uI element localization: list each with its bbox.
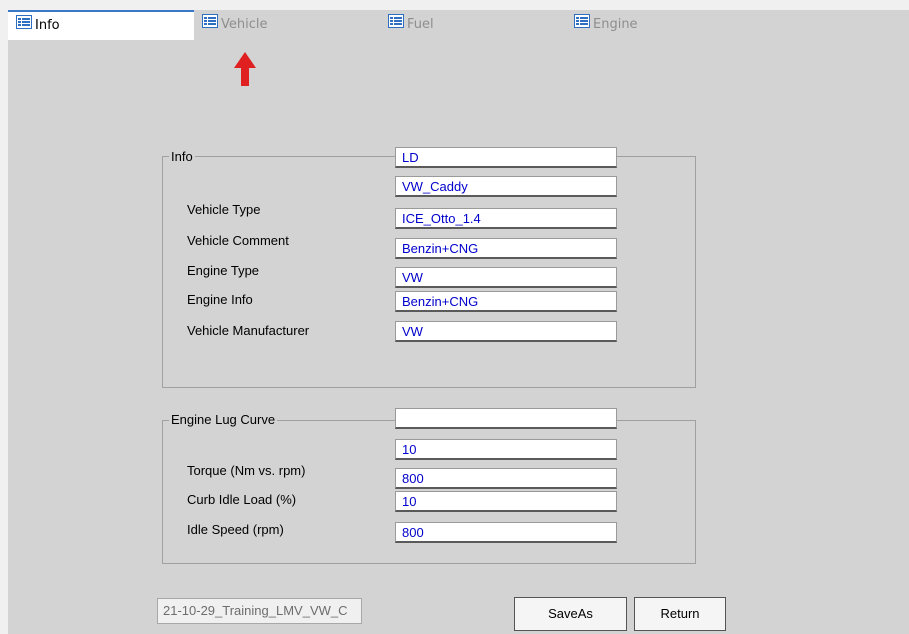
info-field-2[interactable]: VW_Caddy (395, 176, 617, 197)
return-button[interactable]: Return (634, 597, 726, 631)
label-vehicle-manufacturer: Vehicle Manufacturer (187, 323, 310, 338)
label-engine-info: Engine Info (187, 292, 253, 307)
tab-label: Fuel (407, 17, 434, 32)
tab-label: Engine (593, 17, 638, 32)
info-group-title: Info (169, 149, 195, 164)
list-icon (388, 10, 404, 40)
tab-label: Vehicle (221, 17, 268, 32)
saveas-button[interactable]: SaveAs (514, 597, 627, 631)
label-engine-type: Engine Type (187, 263, 260, 278)
lug-field-2[interactable]: 10 (395, 439, 617, 460)
tab-vehicle[interactable]: Vehicle (194, 10, 380, 40)
label-idle-speed: Idle Speed (rpm) (187, 522, 284, 537)
tab-engine[interactable]: Engine (566, 10, 752, 40)
torque-field[interactable]: 800 (395, 468, 617, 489)
list-icon (16, 12, 32, 40)
curb-idle-load-field[interactable]: 10 (395, 491, 617, 512)
tab-fuel[interactable]: Fuel (380, 10, 566, 40)
up-arrow-icon (234, 52, 256, 89)
engine-type-field[interactable]: VW (395, 267, 617, 288)
tab-bar: Info Vehicle Fuel Engine (8, 10, 909, 40)
label-curb-idle-load: Curb Idle Load (%) (187, 492, 297, 507)
engine-lug-curve-title: Engine Lug Curve (169, 412, 278, 427)
info-field-1[interactable]: LD (395, 147, 617, 168)
tab-label: Info (35, 18, 60, 33)
filename-field: 21-10-29_Training_LMV_VW_C (157, 598, 362, 624)
list-icon (574, 10, 590, 40)
vehicle-manufacturer-field[interactable]: VW (395, 321, 617, 342)
idle-speed-field[interactable]: 800 (395, 522, 617, 543)
engine-info-field[interactable]: Benzin+CNG (395, 291, 617, 312)
lug-curve-field[interactable] (395, 408, 617, 429)
vehicle-type-field[interactable]: ICE_Otto_1.4 (395, 208, 617, 229)
label-torque: Torque (Nm vs. rpm) (187, 463, 306, 478)
vehicle-comment-field[interactable]: Benzin+CNG (395, 238, 617, 259)
label-vehicle-comment: Vehicle Comment (187, 233, 289, 248)
label-vehicle-type: Vehicle Type (187, 202, 261, 217)
list-icon (202, 10, 218, 40)
tab-info[interactable]: Info (8, 10, 194, 40)
